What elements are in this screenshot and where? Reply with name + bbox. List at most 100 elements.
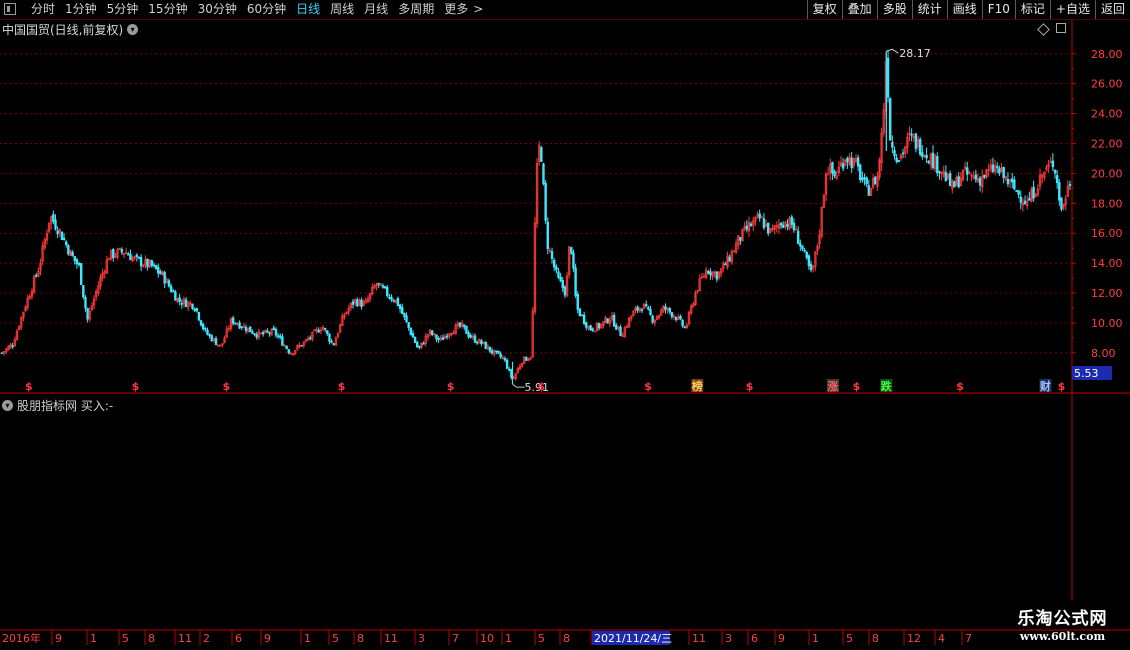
candle-body bbox=[403, 312, 406, 317]
toolbar-button-8[interactable]: 返回 bbox=[1094, 0, 1130, 19]
candle-body bbox=[172, 290, 175, 293]
event-marker[interactable]: 榜 bbox=[692, 379, 703, 393]
event-marker[interactable]: 涨 bbox=[827, 379, 838, 393]
candle-body bbox=[891, 141, 894, 148]
candle-body bbox=[944, 172, 948, 181]
period-tab-0[interactable]: 分时 bbox=[26, 0, 60, 19]
period-tab-10[interactable]: 更多 bbox=[439, 0, 473, 19]
toolbar-button-3[interactable]: 统计 bbox=[911, 0, 947, 19]
candle-body bbox=[651, 315, 654, 323]
chevron-right-icon[interactable]: > bbox=[473, 0, 488, 19]
y-tick-label: 20.00 bbox=[1091, 167, 1123, 180]
candle-body bbox=[1068, 184, 1072, 186]
event-marker[interactable]: $ bbox=[746, 380, 754, 393]
toolbar-button-5[interactable]: F10 bbox=[981, 0, 1015, 19]
candle-body bbox=[458, 322, 462, 327]
chart-title-bar: 中国国贸(日线,前复权) ▾ bbox=[2, 21, 139, 37]
toolbar-button-0[interactable]: 复权 bbox=[806, 0, 842, 19]
candles bbox=[0, 49, 1072, 381]
candle-body bbox=[356, 299, 359, 307]
candle-body bbox=[998, 168, 1001, 174]
candle-body bbox=[867, 185, 871, 196]
candle-body bbox=[193, 309, 196, 311]
candle-body bbox=[1028, 198, 1031, 201]
period-tab-5[interactable]: 60分钟 bbox=[242, 0, 291, 19]
candle-body bbox=[850, 157, 853, 169]
toolbar-button-1[interactable]: 叠加 bbox=[841, 0, 877, 19]
high-annotation: 28.17 bbox=[899, 47, 931, 60]
candle-body bbox=[1058, 182, 1061, 201]
event-marker[interactable]: $ bbox=[222, 380, 230, 393]
period-tab-4[interactable]: 30分钟 bbox=[193, 0, 242, 19]
toolbar-button-7[interactable]: +自选 bbox=[1049, 0, 1095, 19]
event-marker[interactable]: $ bbox=[132, 380, 140, 393]
candle-body bbox=[546, 221, 549, 250]
candle-body bbox=[82, 285, 85, 298]
candle-body bbox=[73, 256, 76, 261]
candle-body bbox=[150, 260, 154, 267]
toolbar-button-4[interactable]: 画线 bbox=[946, 0, 982, 19]
kline-chart[interactable]: 28.0026.0024.0022.0020.0018.0016.0014.00… bbox=[0, 0, 1130, 650]
candle-body bbox=[268, 332, 271, 335]
candle-body bbox=[505, 359, 509, 369]
event-marker[interactable]: $ bbox=[538, 380, 546, 393]
candle-body bbox=[62, 237, 66, 241]
x-tick-label: 8 bbox=[872, 632, 879, 645]
restore-icon[interactable] bbox=[1056, 23, 1066, 33]
event-marker[interactable]: $ bbox=[25, 380, 33, 393]
event-marker[interactable]: $ bbox=[1058, 380, 1066, 393]
toolbar-buttons: 复权 叠加 多股 统计 画线 F10 标记 +自选 返回 bbox=[806, 0, 1130, 19]
candle-body bbox=[86, 307, 89, 320]
period-tab-3[interactable]: 15分钟 bbox=[143, 0, 192, 19]
candle-body bbox=[996, 166, 999, 168]
toolbar-button-6[interactable]: 标记 bbox=[1014, 0, 1050, 19]
event-marker[interactable]: $ bbox=[956, 380, 964, 393]
candle-body bbox=[253, 333, 256, 335]
candle-body bbox=[416, 341, 419, 348]
event-marker[interactable]: 财 bbox=[1039, 379, 1051, 393]
candle-body bbox=[174, 291, 177, 301]
candle-body bbox=[745, 225, 749, 230]
candle-body bbox=[674, 316, 678, 321]
candle-body bbox=[914, 133, 918, 149]
candle-body bbox=[381, 285, 385, 288]
candle-body bbox=[390, 296, 393, 300]
panel-icon[interactable] bbox=[4, 3, 16, 15]
candle-body bbox=[767, 222, 770, 234]
toolbar-button-2[interactable]: 多股 bbox=[876, 0, 912, 19]
candle-body bbox=[796, 230, 800, 245]
candle-body bbox=[430, 330, 434, 336]
chevron-down-icon[interactable]: ▾ bbox=[2, 400, 13, 411]
candle-body bbox=[351, 301, 355, 305]
x-tick-label: 1 bbox=[304, 632, 311, 645]
period-tab-8[interactable]: 月线 bbox=[359, 0, 393, 19]
candle-body bbox=[552, 260, 556, 268]
candle-body bbox=[544, 182, 547, 221]
candle-body bbox=[231, 317, 235, 324]
period-tab-1[interactable]: 1分钟 bbox=[60, 0, 102, 19]
period-tab-6[interactable]: 日线 bbox=[291, 0, 325, 19]
event-marker[interactable]: 跌 bbox=[881, 379, 893, 393]
candle-body bbox=[649, 309, 652, 315]
event-marker[interactable]: $ bbox=[338, 380, 346, 393]
candle-body bbox=[206, 329, 209, 335]
event-marker[interactable]: $ bbox=[447, 380, 455, 393]
candle-body bbox=[411, 333, 415, 338]
candle-body bbox=[484, 341, 487, 349]
period-tab-9[interactable]: 多周期 bbox=[393, 0, 439, 19]
candle-body bbox=[309, 337, 312, 340]
period-tab-7[interactable]: 周线 bbox=[325, 0, 359, 19]
candle-body bbox=[208, 334, 211, 337]
period-tab-2[interactable]: 5分钟 bbox=[102, 0, 144, 19]
candle-body bbox=[508, 368, 511, 371]
candle-body bbox=[559, 276, 562, 282]
candle-body bbox=[234, 322, 237, 325]
event-marker[interactable]: $ bbox=[644, 380, 652, 393]
candle-body bbox=[266, 330, 269, 333]
event-marker[interactable]: $ bbox=[853, 380, 861, 393]
candle-body bbox=[154, 265, 158, 270]
candle-body bbox=[56, 230, 59, 235]
chevron-down-icon[interactable]: ▾ bbox=[127, 23, 139, 35]
x-tick-label: 11 bbox=[384, 632, 398, 645]
candle-body bbox=[152, 264, 156, 267]
